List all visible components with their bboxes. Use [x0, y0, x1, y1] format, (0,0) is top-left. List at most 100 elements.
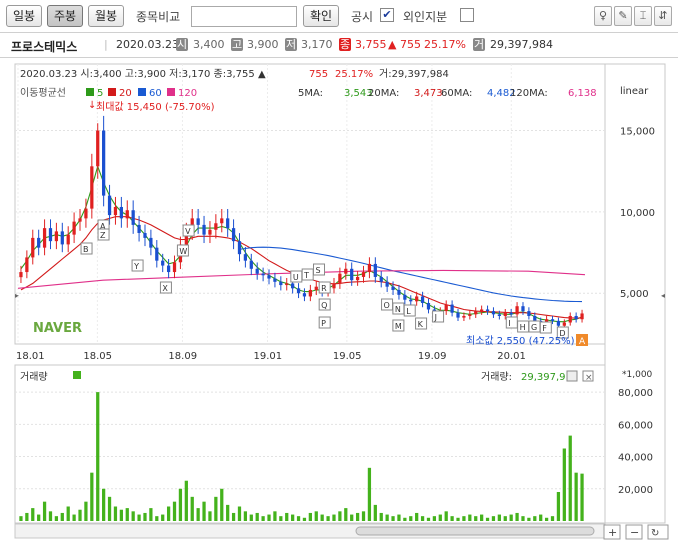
candle-body	[166, 265, 171, 273]
ma-title: 이동평균선	[20, 87, 66, 99]
chart-header-change-pct: 25.17%	[335, 69, 373, 80]
candle-body	[568, 315, 572, 323]
candle-body	[533, 315, 537, 321]
volume-bar	[556, 492, 561, 521]
bulb-icon[interactable]: ♀	[594, 6, 612, 26]
candle-body	[249, 260, 253, 269]
volume-bar	[302, 517, 307, 521]
scale-type-label[interactable]: linear	[620, 86, 649, 97]
candle-body	[409, 299, 413, 302]
volume-bar	[580, 473, 584, 521]
candle-body	[125, 210, 129, 219]
candle-body	[296, 288, 301, 294]
volume-bar	[361, 511, 366, 521]
event-marker-label: S	[316, 266, 321, 275]
candle-body	[19, 272, 23, 278]
volume-bar	[237, 506, 242, 521]
volume-bar	[462, 516, 466, 521]
volume-bar	[568, 435, 572, 521]
volume-bar	[296, 516, 301, 521]
candle-body	[480, 309, 484, 312]
disclosure-label: 공시	[351, 10, 374, 24]
volume-bar	[521, 516, 525, 521]
ma120-legend: 120	[178, 88, 197, 99]
volume-bar	[468, 514, 472, 521]
event-marker-label: X	[162, 284, 168, 293]
event-marker-label: G	[531, 323, 537, 332]
candle-body	[426, 302, 431, 310]
volume-bar	[184, 480, 188, 521]
volume-bar	[37, 514, 41, 521]
volume-bar	[178, 488, 183, 521]
event-marker-label: R	[321, 284, 327, 293]
volume-bar	[78, 509, 82, 521]
chart-header-change: 755	[309, 69, 328, 80]
candle-body	[468, 314, 472, 316]
divider: |	[104, 38, 108, 51]
plus-icon: +	[608, 526, 617, 539]
volume-bar	[72, 514, 76, 521]
volume-bar	[474, 516, 478, 521]
candle-body	[562, 322, 566, 326]
monthly-button[interactable]: 월봉	[88, 5, 124, 27]
volume-bar	[344, 508, 348, 521]
cursor-icon[interactable]: ⌶	[634, 6, 652, 26]
daily-button[interactable]: 일봉	[6, 5, 42, 27]
ma20-swatch	[108, 88, 116, 96]
ma-value: 6,138	[568, 88, 597, 99]
event-marker-label: M	[395, 322, 402, 331]
info-close: 3,755	[355, 38, 387, 51]
chart-area[interactable]: ▸ ◂ 15,000 10,000 5,000 18.01 18.05 18.09 19.0…	[0, 58, 678, 542]
disclosure-checkbox[interactable]: ✔	[380, 8, 394, 22]
candle-body	[119, 206, 123, 219]
volume-bar	[131, 511, 135, 521]
event-marker-label: U	[293, 273, 299, 282]
candle-body	[54, 231, 59, 242]
volume-bar	[438, 514, 442, 521]
min-label: 최소값 2,550 (47.25%)	[466, 335, 575, 347]
volume-bar	[420, 516, 425, 521]
right-handle-icon[interactable]: ◂	[661, 291, 665, 300]
weekly-button[interactable]: 주봉	[47, 5, 83, 27]
volume-bar	[308, 512, 312, 521]
ma20-legend: 20	[119, 88, 132, 99]
confirm-button[interactable]: 확인	[303, 5, 339, 27]
candle-body	[196, 218, 200, 225]
draw-icon[interactable]: ✎	[614, 6, 632, 26]
volume-bar	[539, 514, 543, 521]
volume-bar	[497, 514, 501, 521]
a-badge-label: A	[579, 337, 586, 347]
candle-body	[403, 294, 407, 300]
info-low: 3,170	[301, 38, 333, 51]
volume-y-tick-label: 40,000	[618, 453, 653, 464]
candle-body	[456, 312, 460, 318]
candle-body	[107, 195, 112, 216]
candle-body	[474, 311, 478, 315]
volume-bar	[226, 504, 230, 521]
volume-bar	[367, 467, 372, 521]
volume-bar	[166, 506, 171, 521]
minus-icon: −	[630, 526, 639, 539]
candle-body	[338, 273, 342, 284]
volume-bar	[143, 512, 147, 521]
scale-icon[interactable]: ⇵	[654, 6, 672, 26]
volume-bar	[42, 501, 47, 521]
scroll-thumb[interactable]	[355, 526, 595, 536]
candle-body	[580, 313, 584, 320]
candle-body	[231, 228, 236, 242]
volume-b-badge[interactable]	[566, 370, 578, 382]
volume-bar	[255, 512, 259, 521]
info-open: 3,400	[193, 38, 225, 51]
event-marker-label: K	[418, 320, 424, 329]
low-icon: 저	[285, 38, 297, 51]
volume-bar	[107, 496, 112, 521]
volume-close-glyph: ×	[585, 373, 593, 383]
candle-body	[226, 218, 230, 229]
candle-body	[202, 224, 206, 235]
volume-bar	[285, 512, 289, 521]
foreign-checkbox[interactable]	[460, 8, 474, 22]
compare-input[interactable]	[191, 6, 297, 27]
ma-value-label: 20MA:	[368, 88, 399, 99]
volume-bar	[31, 508, 35, 521]
y-tick-label: 5,000	[620, 289, 649, 300]
